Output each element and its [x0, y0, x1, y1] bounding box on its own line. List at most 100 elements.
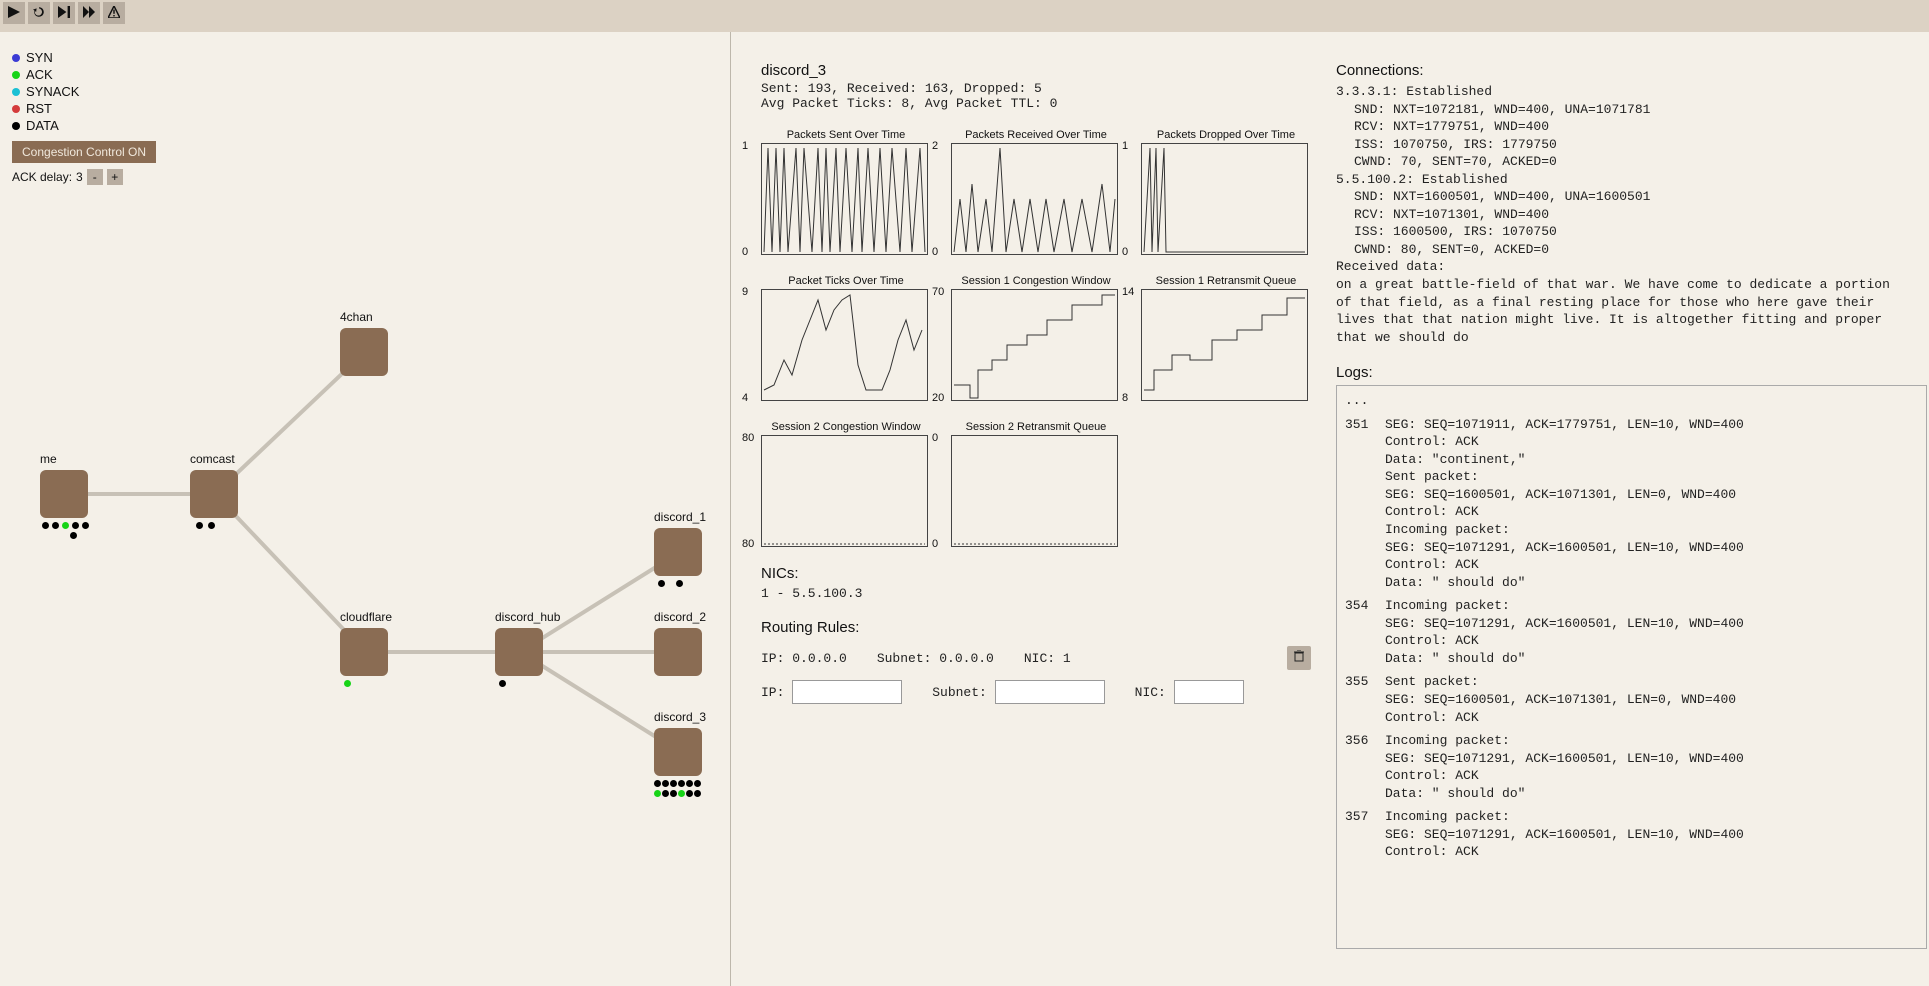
reset-icon — [33, 6, 45, 21]
subnet-input[interactable] — [995, 680, 1105, 704]
conn-header: 5.5.100.2: Established — [1336, 171, 1909, 189]
dot-icon — [678, 780, 685, 787]
ip-input[interactable] — [792, 680, 902, 704]
conn-line: SND: NXT=1600501, WND=400, UNA=1600501 — [1336, 188, 1909, 206]
rr-nic-input-group: NIC: — [1135, 680, 1244, 704]
chart-box: 80 80 — [761, 435, 928, 547]
trash-icon — [1293, 650, 1305, 666]
axis-max: 1 — [1122, 140, 1128, 152]
node-label: 4chan — [340, 310, 373, 324]
dot-icon — [694, 790, 701, 797]
routing-heading: Routing Rules: — [761, 619, 1311, 636]
chart-title: Packets Sent Over Time — [761, 129, 931, 141]
dot-icon — [499, 680, 506, 687]
chart-title: Packets Received Over Time — [951, 129, 1121, 141]
rr-nic: NIC: 1 — [1024, 651, 1071, 666]
chart-session2-cwnd: Session 2 Congestion Window 80 80 — [761, 421, 931, 547]
dot-icon — [686, 790, 693, 797]
dot-icon — [52, 522, 59, 529]
dot-icon — [70, 532, 77, 539]
conn-line: CWND: 80, SENT=0, ACKED=0 — [1336, 241, 1909, 259]
log-entry: 355Sent packet: SEG: SEQ=1600501, ACK=10… — [1345, 673, 1918, 726]
sparkline-icon — [1142, 144, 1307, 254]
axis-min: 0 — [742, 246, 748, 258]
dot-icon — [670, 780, 677, 787]
chart-packets-dropped: Packets Dropped Over Time 1 0 — [1141, 129, 1311, 255]
toolbar — [0, 0, 1929, 32]
chart-title: Session 1 Retransmit Queue — [1141, 275, 1311, 287]
nics-heading: NICs: — [761, 565, 1311, 582]
sparkline-icon — [1142, 290, 1307, 400]
log-tick: 351 — [1345, 416, 1385, 434]
nic-line: 1 - 5.5.100.3 — [761, 586, 1311, 601]
dot-icon — [686, 780, 693, 787]
rr-subnet-input-group: Subnet: — [932, 680, 1104, 704]
node-box — [654, 728, 702, 776]
routing-rule-input-row: IP: Subnet: NIC: — [761, 680, 1311, 704]
chart-packets-sent: Packets Sent Over Time 1 0 — [761, 129, 931, 255]
node-discord-hub[interactable]: discord_hub — [495, 628, 543, 676]
stats-line: Sent: 193, Received: 163, Dropped: 5 — [761, 81, 1311, 96]
rr-subnet: Subnet: 0.0.0.0 — [877, 651, 994, 666]
logs-heading: Logs: — [1336, 364, 1909, 381]
dot-icon — [82, 522, 89, 529]
node-label: discord_3 — [654, 710, 706, 724]
fast-forward-button[interactable] — [78, 2, 100, 24]
log-entry: 351SEG: SEQ=1071911, ACK=1779751, LEN=10… — [1345, 416, 1918, 591]
axis-max: 14 — [1122, 286, 1134, 298]
dot-icon — [654, 790, 661, 797]
log-entry: 354Incoming packet: SEG: SEQ=1071291, AC… — [1345, 597, 1918, 667]
sparkline-icon — [762, 436, 927, 546]
detail-right: Connections: 3.3.3.1: Established SND: N… — [1336, 62, 1909, 980]
axis-min: 20 — [932, 392, 944, 404]
node-cloudflare[interactable]: cloudflare — [340, 628, 388, 676]
node-4chan[interactable]: 4chan — [340, 328, 388, 376]
warn-button[interactable] — [103, 2, 125, 24]
chart-packet-ticks: Packet Ticks Over Time 9 4 — [761, 275, 931, 401]
node-me[interactable]: me — [40, 470, 88, 518]
axis-min: 0 — [932, 538, 938, 550]
routing-rule-row: IP: 0.0.0.0 Subnet: 0.0.0.0 NIC: 1 — [761, 646, 1311, 670]
chart-title: Packet Ticks Over Time — [761, 275, 931, 287]
node-box — [654, 628, 702, 676]
conn-line: RCV: NXT=1779751, WND=400 — [1336, 118, 1909, 136]
node-label: discord_hub — [495, 610, 560, 624]
node-comcast[interactable]: comcast — [190, 470, 238, 518]
conn-header: 3.3.3.1: Established — [1336, 83, 1909, 101]
dot-icon — [676, 580, 683, 587]
log-tick: 356 — [1345, 732, 1385, 750]
step-button[interactable] — [53, 2, 75, 24]
reset-button[interactable] — [28, 2, 50, 24]
chart-title: Session 2 Retransmit Queue — [951, 421, 1121, 433]
log-entry: 356Incoming packet: SEG: SEQ=1071291, AC… — [1345, 732, 1918, 802]
nic-input[interactable] — [1174, 680, 1244, 704]
stats-line: Avg Packet Ticks: 8, Avg Packet TTL: 0 — [761, 96, 1311, 111]
axis-max: 80 — [742, 432, 754, 444]
detail-center: discord_3 Sent: 193, Received: 163, Drop… — [761, 62, 1311, 980]
node-discord-1[interactable]: discord_1 — [654, 528, 702, 576]
sparkline-icon — [762, 144, 927, 254]
play-button[interactable] — [3, 2, 25, 24]
dot-icon — [654, 780, 661, 787]
node-discord-3[interactable]: discord_3 — [654, 728, 702, 776]
dot-icon — [678, 790, 685, 797]
chart-title: Session 1 Congestion Window — [951, 275, 1121, 287]
axis-min: 8 — [1122, 392, 1128, 404]
sparkline-icon — [952, 436, 1117, 546]
conn-line: ISS: 1070750, IRS: 1779750 — [1336, 136, 1909, 154]
delete-rule-button[interactable] — [1287, 646, 1311, 670]
axis-min: 80 — [742, 538, 754, 550]
rr-ip: IP: 0.0.0.0 — [761, 651, 847, 666]
dot-icon — [662, 790, 669, 797]
node-box — [340, 328, 388, 376]
node-discord-2[interactable]: discord_2 — [654, 628, 702, 676]
dot-icon — [42, 522, 49, 529]
logs-box[interactable]: ... 351SEG: SEQ=1071911, ACK=1779751, LE… — [1336, 385, 1927, 949]
chart-box: 2 0 — [951, 143, 1118, 255]
chart-packets-received: Packets Received Over Time 2 0 — [951, 129, 1121, 255]
axis-max: 70 — [932, 286, 944, 298]
connections-block: 3.3.3.1: Established SND: NXT=1072181, W… — [1336, 83, 1909, 346]
node-box — [654, 528, 702, 576]
log-entry: 357Incoming packet: SEG: SEQ=1071291, AC… — [1345, 808, 1918, 861]
network-graph-panel: SYN ACK SYNACK RST DATA Congestion Contr… — [0, 32, 731, 986]
